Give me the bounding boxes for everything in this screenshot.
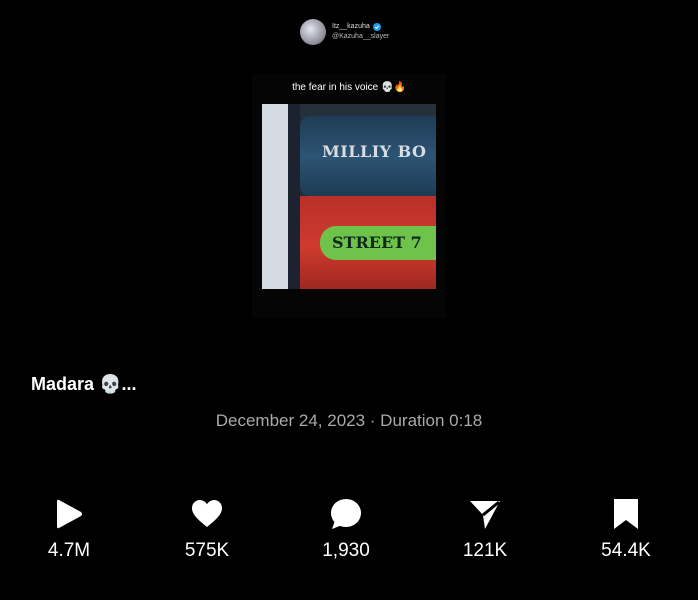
action-bar: 4.7M 575K 1,930 121K 54.4K <box>0 496 698 576</box>
comment-button[interactable]: 1,930 <box>296 496 396 562</box>
author-names: Itz__kazuha @Kazuha__slayer <box>332 22 389 42</box>
video-frame[interactable]: MILLIY BO STREET 7 <box>262 104 436 289</box>
author-handle: @Kazuha__slayer <box>332 33 390 40</box>
video-author-header[interactable]: Itz__kazuha @Kazuha__slayer <box>300 17 389 47</box>
bookmark-icon <box>612 496 640 532</box>
share-button[interactable]: 121K <box>435 496 535 562</box>
save-count: 54.4K <box>601 540 651 561</box>
play-button[interactable]: 4.7M <box>19 496 119 562</box>
author-name-row: Itz__kazuha <box>332 22 389 32</box>
save-button[interactable]: 54.4K <box>576 496 676 562</box>
play-icon <box>54 496 84 532</box>
frame-sky <box>262 104 290 289</box>
comment-bubble-icon <box>329 496 363 532</box>
author-avatar[interactable] <box>300 19 326 45</box>
post-title: Madara 💀... <box>31 374 137 394</box>
play-count: 4.7M <box>47 540 91 561</box>
frame-pole <box>288 104 300 289</box>
verified-badge-icon <box>372 23 381 31</box>
author-display-name: Itz__kazuha <box>332 23 370 30</box>
share-count: 121K <box>462 540 508 561</box>
video-sign-bottom-text: STREET 7 <box>332 233 422 252</box>
heart-icon <box>191 496 223 532</box>
like-count: 575K <box>184 540 230 561</box>
video-sign-top-text: MILLIY BO <box>322 142 427 161</box>
video-overlay-caption: the fear in his voice 💀🔥 <box>292 82 406 93</box>
send-icon <box>468 496 502 532</box>
like-button[interactable]: 575K <box>157 496 257 562</box>
video-player[interactable]: the fear in his voice 💀🔥 MILLIY BO STREE… <box>252 74 446 318</box>
post-meta: December 24, 2023 · Duration 0:18 <box>215 411 483 430</box>
comment-count: 1,930 <box>322 540 370 561</box>
